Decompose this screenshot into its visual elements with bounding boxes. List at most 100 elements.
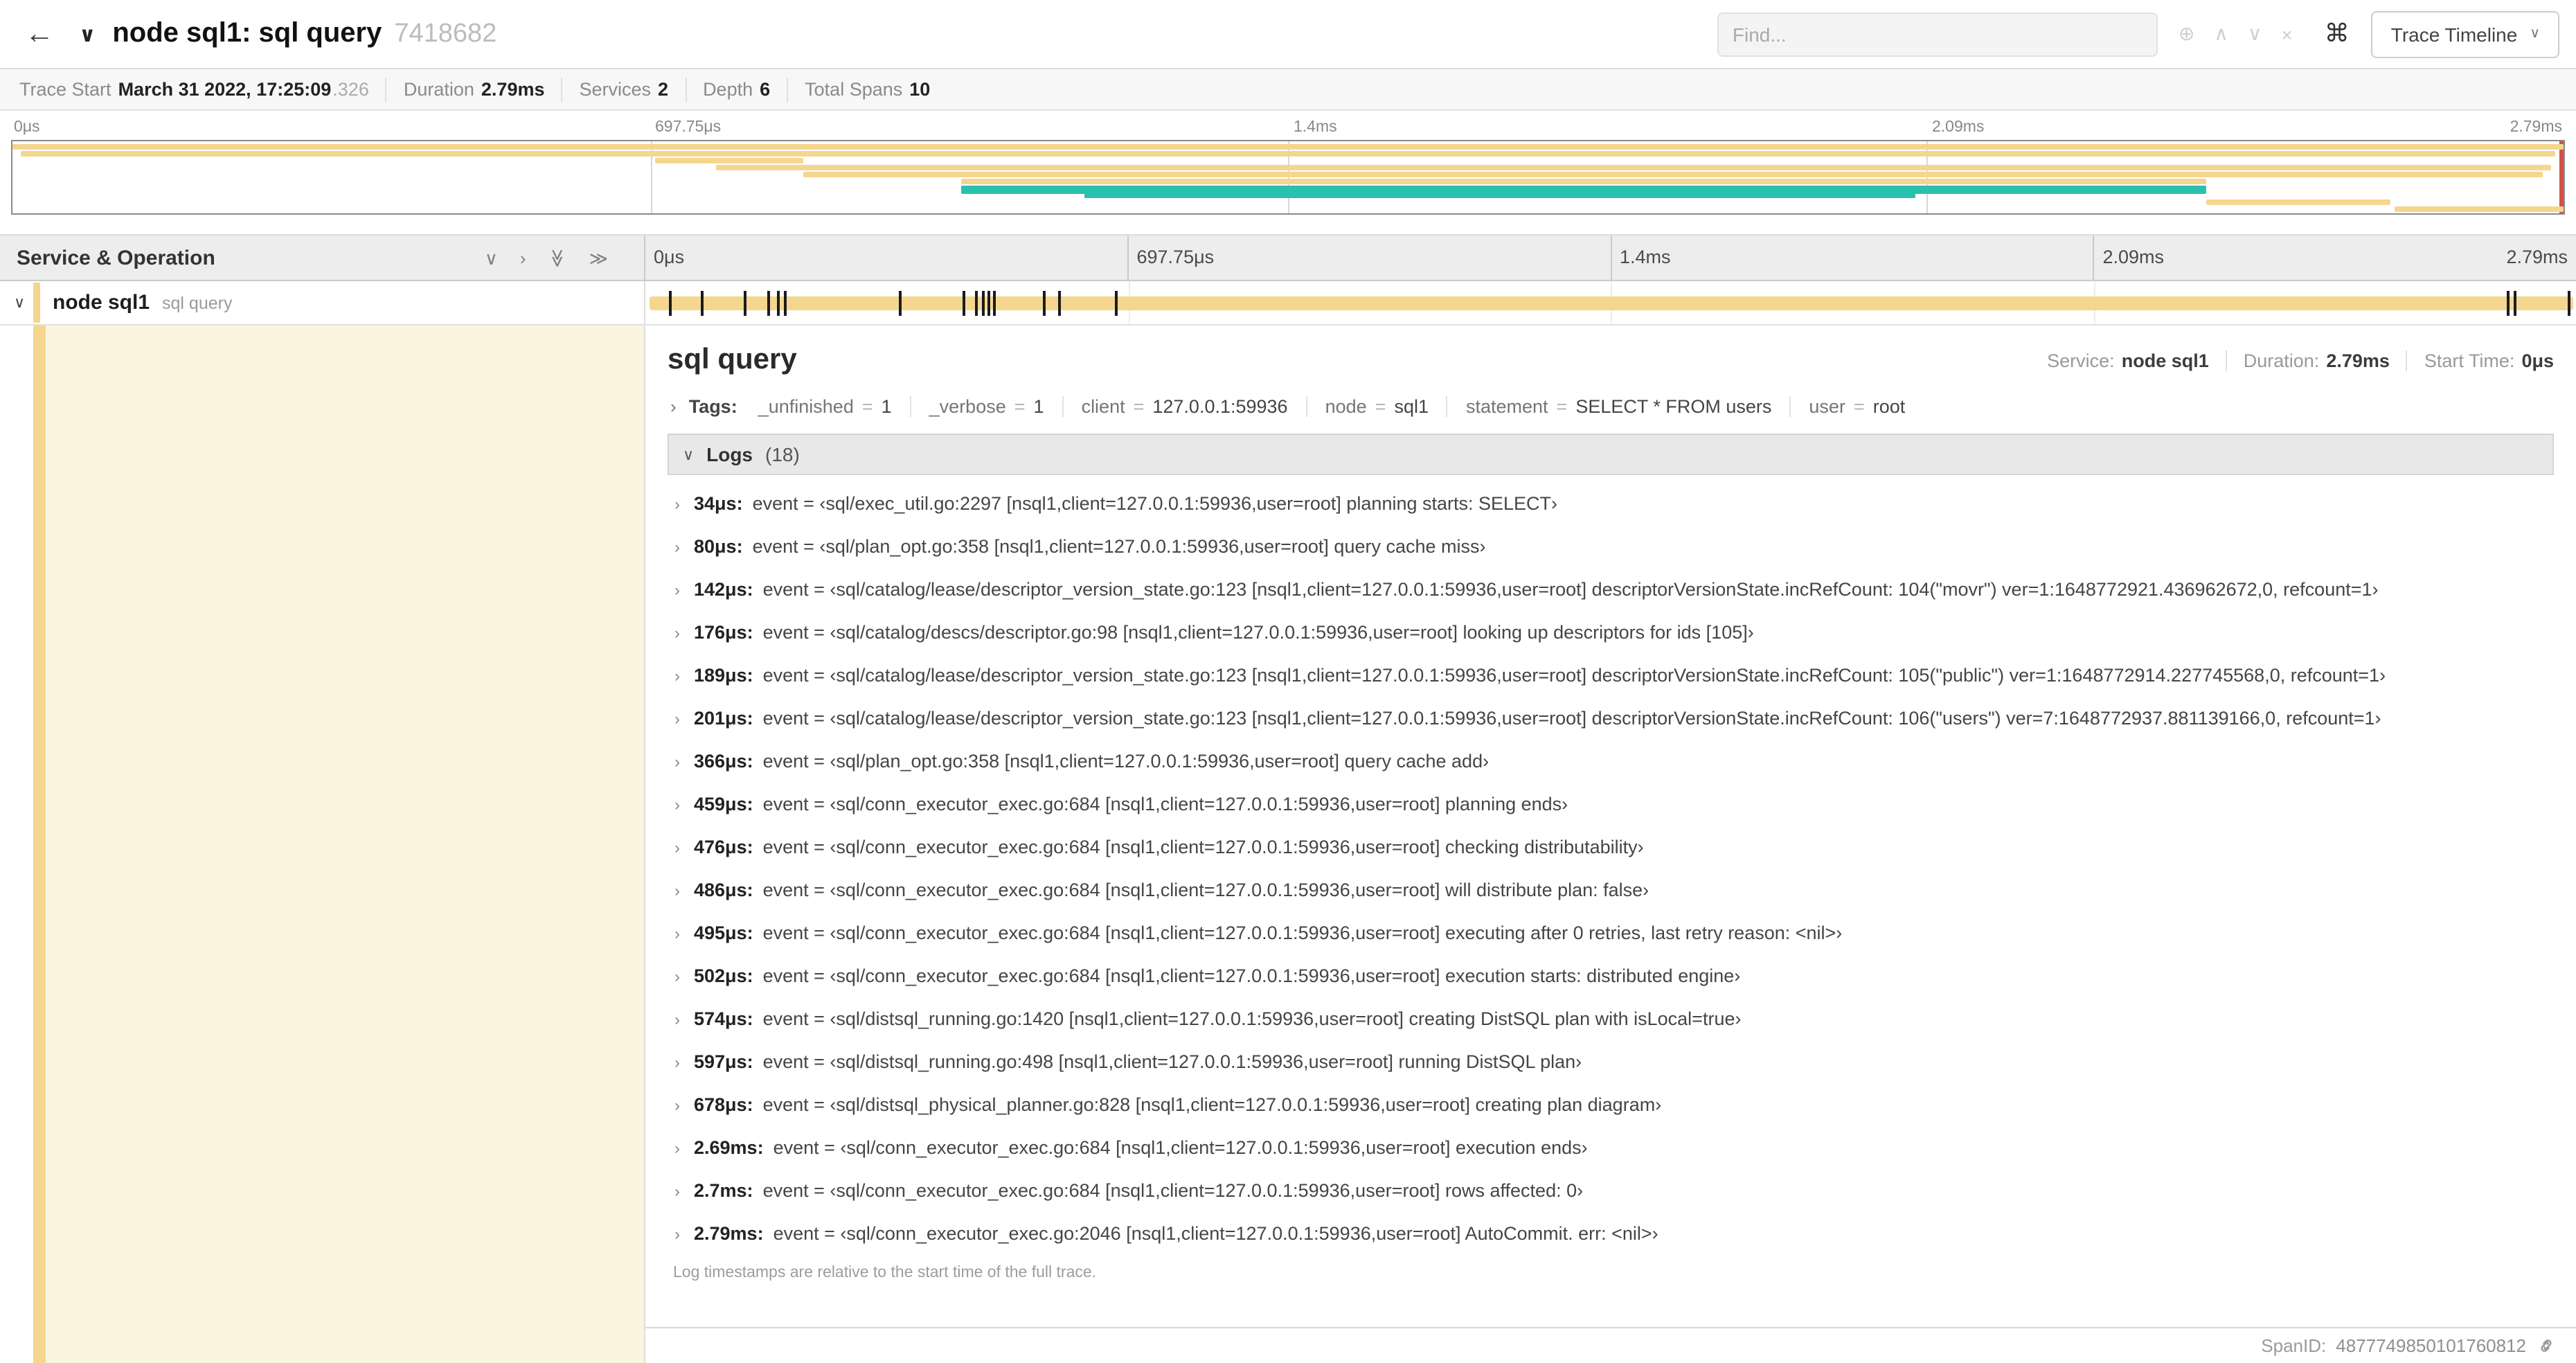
log-event-text: event = ‹sql/conn_executor_exec.go:684 […	[762, 923, 1843, 943]
summary-item: Total Spans 10	[787, 77, 947, 102]
minimap-tick-label: 697.75μs	[655, 119, 722, 136]
tag-value: sql1	[1394, 396, 1429, 417]
find-next-icon[interactable]: ∨	[2238, 19, 2272, 48]
log-marker-tick	[2506, 290, 2510, 315]
collapse-one-icon[interactable]: ∨	[485, 249, 498, 267]
find-prev-icon[interactable]: ∧	[2204, 19, 2238, 48]
trace-name: node sql1: sql query	[112, 18, 382, 48]
log-marker-tick	[1043, 290, 1046, 315]
log-timestamp: 176μs:	[694, 622, 753, 643]
chevron-right-icon: ›	[674, 837, 680, 857]
log-row[interactable]: › 34μs: event = ‹sql/exec_util.go:2297 [ns…	[670, 482, 2554, 525]
chevron-right-icon: ›	[674, 537, 680, 556]
service-operation-header: Service & Operation ∨ › ≫ ≫	[0, 235, 645, 280]
log-row[interactable]: › 459μs: event = ‹sql/conn_executor_exec.g…	[670, 783, 2554, 826]
log-timestamp: 476μs:	[694, 837, 753, 857]
tags-label: Tags:	[688, 396, 737, 417]
timeline-column: 2.09ms	[2093, 235, 2576, 280]
tags-accordion[interactable]: › Tags: _unfinished = 1 _verbose = 1 client = 12…	[668, 391, 2554, 434]
content-area: sql query Service: node sql1 Duration: 2.79…	[0, 326, 2576, 1363]
span-operation-name: sql query	[162, 293, 233, 312]
log-row[interactable]: › 2.69ms: event = ‹sql/conn_executor_exec.…	[670, 1126, 2554, 1169]
minimap-span-bar	[803, 172, 2543, 177]
deep-link-icon[interactable]	[2536, 1335, 2557, 1356]
log-timestamp: 2.7ms:	[694, 1180, 753, 1201]
summary-label: Depth	[703, 79, 753, 100]
tag-value: 1	[1033, 396, 1044, 417]
log-row[interactable]: › 142μs: event = ‹sql/catalog/lease/descri…	[670, 568, 2554, 611]
minimap-cursor[interactable]	[2559, 141, 2564, 213]
log-row[interactable]: › 476μs: event = ‹sql/conn_executor_exec.g…	[670, 826, 2554, 868]
minimap-graph[interactable]	[11, 140, 2565, 215]
log-event-text: event = ‹sql/conn_executor_exec.go:684 […	[762, 965, 1741, 986]
log-timestamp: 189μs:	[694, 665, 753, 686]
log-row[interactable]: › 678μs: event = ‹sql/distsql_physical_pla…	[670, 1083, 2554, 1126]
timeline-tick-label: 2.09ms	[2102, 247, 2165, 267]
tag-equals-sign: =	[1853, 396, 1865, 417]
collapse-all-icon[interactable]: ≫	[547, 248, 568, 267]
trace-timeline-dropdown[interactable]: Trace Timeline ∨	[2371, 10, 2559, 57]
log-row[interactable]: › 176μs: event = ‹sql/catalog/descs/descri…	[670, 611, 2554, 654]
logs-count: (18)	[765, 443, 800, 465]
view-type-label: Trace Timeline	[2390, 23, 2518, 45]
log-row[interactable]: › 201μs: event = ‹sql/catalog/lease/descri…	[670, 697, 2554, 740]
span-name-cell[interactable]: ∨ node sql1 sql query	[0, 281, 645, 324]
log-timestamp: 486μs:	[694, 880, 753, 900]
log-timestamp: 459μs:	[694, 794, 753, 814]
find-clear-icon[interactable]: ×	[2271, 20, 2302, 48]
find-locate-icon[interactable]: ⊕	[2169, 19, 2204, 48]
span-meta-item: Start Time: 0μs	[2406, 350, 2554, 371]
tag-item: node = sql1	[1305, 396, 1447, 417]
summary-value: 6	[760, 79, 771, 100]
minimap-span-bar	[716, 165, 2551, 170]
log-row[interactable]: › 2.7ms: event = ‹sql/conn_executor_exec.g…	[670, 1169, 2554, 1212]
minimap-span-bar	[12, 144, 2564, 150]
span-indent-guide[interactable]	[33, 326, 46, 1363]
trace-collapse-chevron-icon[interactable]: ∨	[79, 21, 96, 46]
log-row[interactable]: › 597μs: event = ‹sql/distsql_running.go:4…	[670, 1040, 2554, 1083]
span-children-chevron-icon[interactable]: ∨	[14, 294, 25, 312]
log-row[interactable]: › 495μs: event = ‹sql/conn_executor_exec.g…	[670, 911, 2554, 954]
log-event-text: event = ‹sql/catalog/lease/descriptor_ve…	[762, 665, 2386, 686]
meta-value: node sql1	[2121, 350, 2209, 371]
keyboard-shortcuts-button[interactable]: ⌘	[2314, 19, 2361, 48]
log-timestamp: 678μs:	[694, 1094, 753, 1115]
tag-value: 1	[881, 396, 892, 417]
tag-value: SELECT * FROM users	[1575, 396, 1772, 417]
chevron-right-icon: ›	[674, 1052, 680, 1071]
back-button[interactable]: ←	[17, 17, 62, 51]
chevron-right-icon: ›	[674, 1181, 680, 1200]
log-timestamp: 502μs:	[694, 965, 753, 986]
log-marker-tick	[776, 290, 780, 315]
log-marker-tick	[962, 290, 965, 315]
logs-accordion-header[interactable]: ∨ Logs (18)	[668, 434, 2554, 475]
trace-id: 7418682	[394, 19, 497, 48]
chevron-right-icon: ›	[674, 1095, 680, 1114]
log-row[interactable]: › 189μs: event = ‹sql/catalog/lease/descri…	[670, 654, 2554, 697]
log-row[interactable]: › 486μs: event = ‹sql/conn_executor_exec.g…	[670, 868, 2554, 911]
header-right: ⊕∧∨× ⌘ Trace Timeline ∨	[1717, 10, 2559, 57]
tag-item: _verbose = 1	[909, 396, 1062, 417]
find-input[interactable]	[1717, 12, 2158, 56]
log-row[interactable]: › 366μs: event = ‹sql/plan_opt.go:358 [nsq…	[670, 740, 2554, 783]
logs-list: › 34μs: event = ‹sql/exec_util.go:2297 [ns…	[668, 475, 2554, 1255]
span-detail-title: sql query	[668, 344, 797, 375]
log-marker-tick	[701, 290, 704, 315]
tag-equals-sign: =	[1014, 396, 1026, 417]
log-marker-tick	[668, 290, 672, 315]
log-event-text: event = ‹sql/conn_executor_exec.go:2046 …	[773, 1223, 1658, 1244]
log-row[interactable]: › 574μs: event = ‹sql/distsql_running.go:1…	[670, 997, 2554, 1040]
span-duration-bar[interactable]	[650, 296, 2573, 310]
expand-all-icon[interactable]: ≫	[589, 249, 608, 267]
span-id-label: SpanID:	[2261, 1335, 2327, 1356]
chevron-right-icon: ›	[670, 396, 677, 417]
chevron-right-icon: ›	[674, 1009, 680, 1028]
log-row[interactable]: › 80μs: event = ‹sql/plan_opt.go:358 [nsql…	[670, 525, 2554, 568]
service-color-strip	[33, 283, 40, 323]
expand-one-icon[interactable]: ›	[520, 249, 526, 267]
log-row[interactable]: › 502μs: event = ‹sql/conn_executor_exec.g…	[670, 954, 2554, 997]
log-row[interactable]: › 2.79ms: event = ‹sql/conn_executor_exec.…	[670, 1212, 2554, 1255]
log-marker-tick	[2568, 290, 2571, 315]
summary-item: Services 2	[561, 77, 686, 102]
tag-equals-sign: =	[1556, 396, 1568, 417]
